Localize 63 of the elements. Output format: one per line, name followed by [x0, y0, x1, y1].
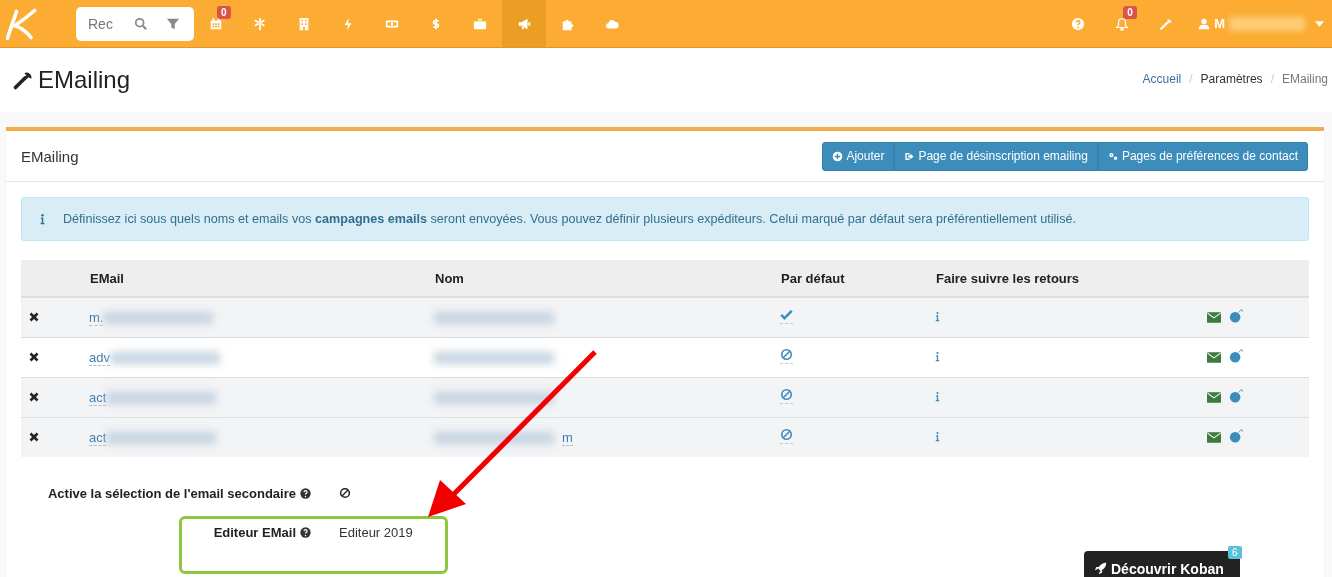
briefcase-icon — [473, 16, 487, 31]
envelope-icon[interactable] — [1207, 312, 1221, 323]
envelope-icon[interactable] — [1207, 432, 1221, 443]
asterisk-icon — [253, 16, 267, 31]
email-cell[interactable]: adv — [89, 349, 110, 366]
calendar-icon — [209, 16, 223, 31]
bell-icon — [1115, 16, 1130, 31]
setting-label: Editeur EMail — [213, 524, 296, 540]
bomb-icon[interactable] — [1229, 349, 1243, 363]
breadcrumb-item[interactable]: Accueil — [1142, 72, 1182, 86]
delete-icon[interactable] — [29, 392, 39, 402]
building-icon — [297, 16, 311, 31]
help-icon[interactable] — [300, 487, 311, 499]
user-icon — [1198, 17, 1211, 30]
info-icon[interactable] — [935, 351, 940, 362]
page-button[interactable]: Page de désinscription emailing — [894, 141, 1098, 171]
sign-out-icon — [904, 150, 916, 162]
delete-icon[interactable] — [29, 352, 39, 362]
bomb-icon[interactable] — [1229, 309, 1243, 323]
check-icon[interactable] — [780, 308, 793, 324]
wrench-icon — [1159, 16, 1174, 31]
add-button[interactable]: Ajouter — [822, 141, 895, 171]
nav-item[interactable]: 0 — [194, 0, 238, 47]
column-header: EMail — [89, 260, 434, 297]
setting-label: Active la sélection de l'email secondaire — [47, 485, 296, 501]
panel-title: EMailing — [21, 147, 79, 165]
bomb-icon[interactable] — [1229, 429, 1243, 443]
count-badge: 0 — [1123, 6, 1137, 19]
breadcrumb-item: Paramètres — [1200, 72, 1263, 86]
envelope-icon[interactable] — [1207, 392, 1221, 403]
search-field[interactable]: Rec — [88, 15, 116, 32]
ban-icon[interactable] — [339, 487, 351, 499]
gears-icon — [1107, 150, 1119, 162]
info-icon[interactable] — [935, 311, 940, 322]
info-icon[interactable] — [935, 391, 940, 402]
breadcrumb-separator: / — [1189, 72, 1193, 86]
megaphone-icon — [517, 16, 531, 31]
column-header: Nom — [434, 260, 780, 297]
breadcrumb-item: EMailing — [1281, 72, 1328, 86]
info-icon — [40, 213, 45, 225]
envelope-icon[interactable] — [1207, 352, 1221, 363]
search-icon[interactable] — [134, 16, 148, 31]
page-title: EMailing — [38, 66, 131, 94]
column-header: Par défaut — [780, 260, 935, 297]
caret-icon — [1315, 20, 1324, 27]
name-cell[interactable]: m — [562, 429, 573, 446]
help-icon[interactable] — [300, 526, 311, 538]
info-text: Définissez ici sous quels noms et emails vos campagnes emails seront envoyées. Vous pouvez définir plusieurs expéditeurs. Celui marqué par défaut sera préférentiellement utilisé. — [63, 212, 1076, 226]
help-icon — [1071, 16, 1086, 31]
setting-value[interactable]: Editeur 2019 — [339, 524, 413, 540]
delete-icon[interactable] — [29, 312, 39, 322]
delete-icon[interactable] — [29, 432, 39, 442]
nav-item[interactable] — [502, 0, 546, 47]
filter-icon[interactable] — [166, 16, 180, 31]
column-header: Faire suivre les retours — [935, 260, 1207, 297]
count-badge: 0 — [217, 6, 231, 19]
bomb-icon[interactable] — [1229, 389, 1243, 403]
page-button[interactable]: Pages de préférences de contact — [1097, 141, 1308, 171]
notifications-button[interactable]: 0 — [1100, 0, 1145, 47]
count-badge: 6 — [1228, 546, 1242, 559]
info-icon[interactable] — [935, 431, 940, 442]
breadcrumb-separator: / — [1270, 72, 1274, 86]
rocket-icon — [1094, 562, 1107, 575]
